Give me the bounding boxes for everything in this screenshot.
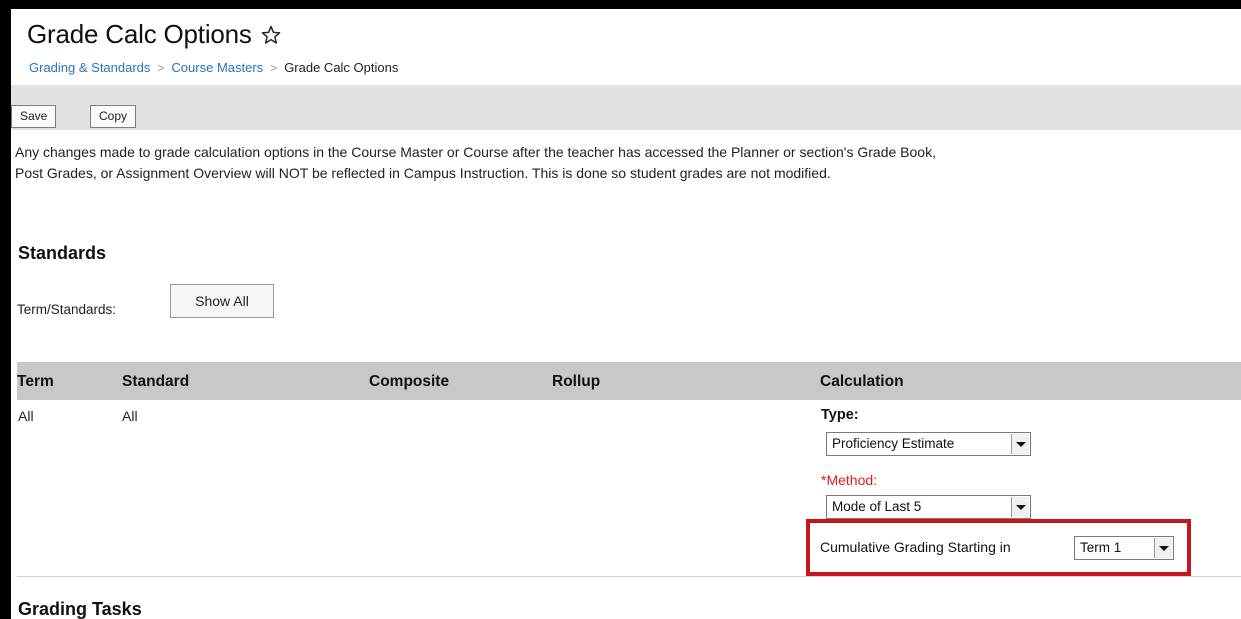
- star-outline-icon[interactable]: [260, 24, 282, 46]
- calculation-type-label: Type:: [821, 407, 859, 423]
- section-divider: [17, 576, 1241, 577]
- breadcrumb-current: Grade Calc Options: [284, 60, 399, 75]
- column-header-composite: Composite: [369, 373, 450, 390]
- action-toolbar: Save Copy: [11, 85, 1241, 130]
- page-title: Grade Calc Options: [27, 19, 252, 49]
- column-header-standard: Standard: [122, 373, 190, 390]
- column-header-calculation: Calculation: [820, 373, 904, 390]
- title-row: Grade Calc Options: [27, 19, 282, 50]
- cell-standard: All: [122, 408, 138, 424]
- column-header-rollup: Rollup: [552, 373, 601, 390]
- breadcrumb-link-grading-standards[interactable]: Grading & Standards: [29, 60, 150, 75]
- grading-tasks-section-title: Grading Tasks: [18, 599, 142, 619]
- show-all-button[interactable]: Show All: [170, 284, 274, 318]
- calculation-method-label: *Method:: [821, 472, 878, 488]
- calculation-type-select[interactable]: Proficiency Estimate: [826, 432, 1031, 456]
- calculation-method-value: Mode of Last 5: [832, 499, 922, 514]
- cumulative-grading-term-select[interactable]: Term 1: [1074, 536, 1174, 560]
- cell-term: All: [18, 408, 34, 424]
- column-header-term: Term: [17, 373, 54, 390]
- notice-line-1: Any changes made to grade calculation op…: [15, 144, 936, 160]
- calculation-type-value: Proficiency Estimate: [832, 436, 955, 451]
- standards-table-header: Term Standard Composite Rollup Calculati…: [17, 362, 1241, 400]
- standards-section-title: Standards: [18, 243, 107, 263]
- cumulative-grading-label: Cumulative Grading Starting in: [820, 539, 1011, 555]
- cumulative-grading-term-value: Term 1: [1080, 540, 1122, 555]
- grade-calc-notice: Any changes made to grade calculation op…: [15, 142, 1241, 184]
- dropdown-arrow-icon[interactable]: [1154, 538, 1172, 558]
- dropdown-arrow-icon[interactable]: [1011, 497, 1029, 517]
- save-button[interactable]: Save: [11, 105, 57, 128]
- chevron-right-icon: >: [157, 60, 165, 75]
- calculation-method-select[interactable]: Mode of Last 5: [826, 495, 1031, 519]
- breadcrumb: Grading & Standards > Course Masters > G…: [29, 60, 398, 75]
- breadcrumb-link-course-masters[interactable]: Course Masters: [171, 60, 263, 75]
- app-frame: Grade Calc Options Grading & Standards >…: [11, 9, 1241, 619]
- copy-button[interactable]: Copy: [90, 105, 137, 128]
- dropdown-arrow-icon[interactable]: [1011, 434, 1029, 454]
- notice-line-2: Post Grades, or Assignment Overview will…: [15, 165, 831, 181]
- chevron-right-icon: >: [270, 60, 278, 75]
- term-standards-label: Term/Standards:: [17, 302, 117, 317]
